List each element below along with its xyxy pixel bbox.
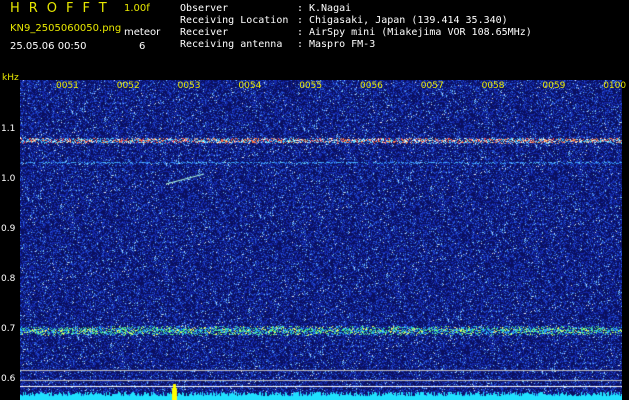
receiver-value: AirSpy mini (Miakejima VOR 108.65MHz) — [309, 27, 532, 38]
freq-tick-label: 1.0 — [1, 174, 16, 184]
app-title: HROFFT — [10, 1, 116, 16]
antenna-label: Receiving antenna — [180, 39, 283, 50]
date-time: 25.05.06 00:50 — [10, 41, 87, 52]
location-value-sep: : — [297, 15, 310, 26]
freq-tick-label: 1.1 — [1, 124, 16, 134]
location-value: Chigasaki, Japan (139.414 35.340) — [309, 15, 508, 26]
location-label: Receiving Location — [180, 15, 289, 26]
header-panel: HROFFT 1.00f KN9_2505060050.png meteor 2… — [0, 0, 629, 75]
freq-tick-label: 0.7 — [1, 324, 16, 334]
time-tick-label: 0053 — [177, 81, 201, 91]
meteor-count: 6 — [139, 41, 146, 52]
antenna-value: Maspro FM-3 — [309, 39, 376, 50]
frequency-unit-label: kHz — [2, 73, 19, 83]
time-tick-label: 0055 — [299, 81, 323, 91]
receiver-label: Receiver — [180, 27, 229, 38]
observer-value: K.Nagai — [309, 3, 352, 14]
spectrogram-canvas — [20, 80, 622, 400]
freq-tick-label: 0.6 — [1, 374, 16, 384]
file-name: KN9_2505060050.png — [10, 23, 122, 34]
time-tick-label: 0057 — [420, 81, 444, 91]
time-tick-label: 0059 — [542, 81, 566, 91]
freq-tick-label: 0.8 — [1, 274, 16, 284]
meteor-label: meteor — [124, 27, 161, 38]
antenna-value-sep: : — [297, 39, 310, 50]
observer-label: Observer — [180, 3, 229, 14]
time-tick-label: 0058 — [481, 81, 505, 91]
time-tick-label: 0056 — [360, 81, 383, 91]
time-tick-label: 0052 — [116, 81, 140, 91]
time-tick-label: 0100 — [603, 81, 627, 91]
time-tick-label: 0054 — [238, 81, 262, 91]
receiver-value-sep: : — [297, 27, 310, 38]
observer-value-sep: : — [297, 3, 310, 14]
app-version: 1.00f — [124, 3, 150, 14]
time-tick-label: 0051 — [56, 81, 79, 91]
freq-tick-label: 0.9 — [1, 224, 16, 234]
